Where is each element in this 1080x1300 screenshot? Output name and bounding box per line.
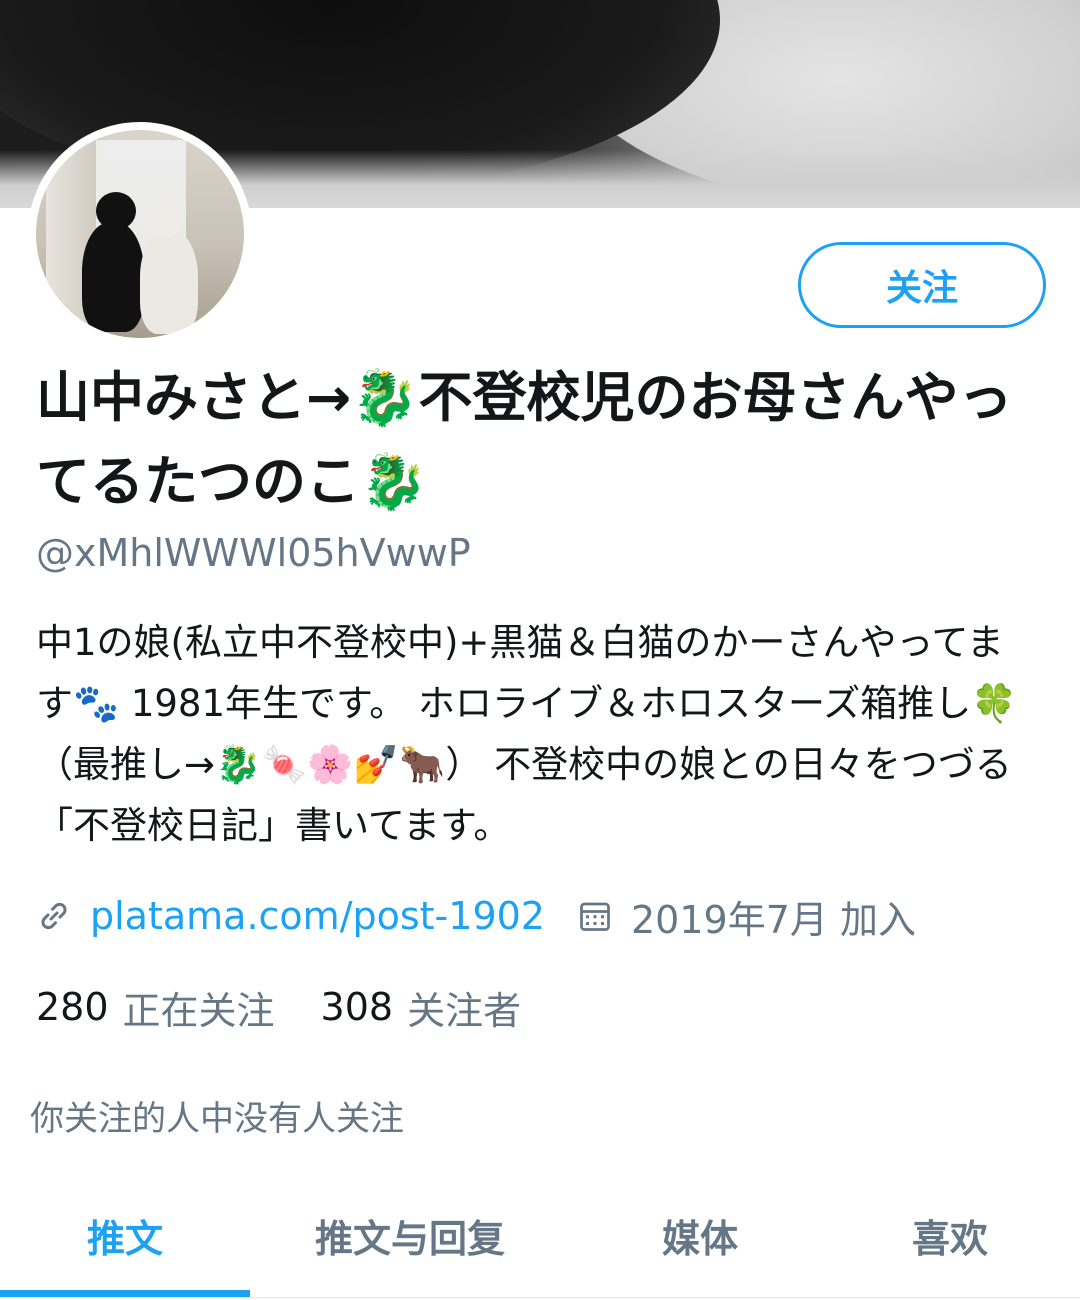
active-tab-indicator [0,1290,250,1297]
tabs-divider [0,1297,1080,1298]
display-name: 山中みさと→🐉不登校児のお母さんやってるたつのこ🐉 [36,366,1013,513]
follow-stats: 280 正在关注 308 关注者 [36,980,521,1034]
link-icon [41,902,67,930]
tab-tweets[interactable]: 推文 [0,1190,250,1280]
follow-button[interactable]: 关注 [798,242,1046,328]
tab-tweets-and-replies[interactable]: 推文与回复 [250,1190,570,1280]
followers-label: 关注者 [407,988,522,1033]
avatar[interactable] [28,122,252,346]
tab-media[interactable]: 媒体 [570,1190,830,1280]
avatar-white-cat [140,230,198,334]
following-stat[interactable]: 280 正在关注 [36,980,275,1035]
calendar-icon [580,902,610,931]
bio: 中1の娘(私立中不登校中)+黒猫＆白猫のかーさんやってます🐾 1981年生です。… [36,621,1018,847]
tab-likes[interactable]: 喜欢 [830,1190,1070,1280]
profile-tabs: 推文 推文与回复 媒体 喜欢 [0,1190,1080,1300]
profile-meta: platama.com/post-1902 2019年7月 加入 [36,888,916,944]
avatar-black-cat [82,222,144,332]
mutual-followers-note: 你关注的人中没有人关注 [30,1099,404,1139]
avatar-white-cat-head [146,202,184,238]
followers-stat[interactable]: 308 关注者 [321,980,522,1035]
joined-date-wrap: 2019年7月 加入 [577,889,916,944]
avatar-black-cat-head [96,192,136,230]
followers-count: 308 [320,985,394,1029]
website-link[interactable]: platama.com/post-1902 [90,894,545,938]
following-count: 280 [36,985,109,1029]
handle: @xMhlWWWl05hVwwP [36,531,471,575]
joined-date: 2019年7月 加入 [630,897,916,942]
following-label: 正在关注 [122,988,275,1033]
avatar-image [36,130,244,338]
